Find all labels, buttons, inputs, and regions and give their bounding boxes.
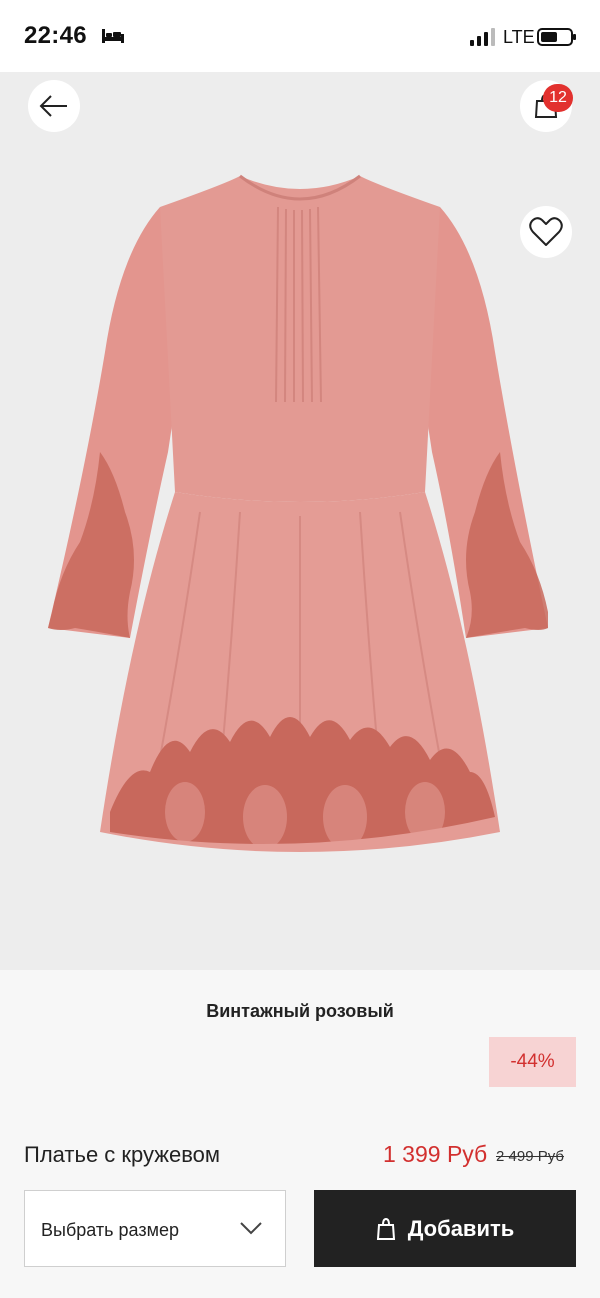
heart-icon [529, 217, 563, 246]
price-old: 2 499 Руб [496, 1148, 564, 1165]
bed-icon [102, 29, 124, 43]
wishlist-button[interactable] [520, 206, 572, 258]
battery-icon [537, 28, 576, 46]
add-to-cart-label: Добавить [407, 1215, 515, 1241]
product-image [0, 72, 600, 970]
shopping-bag-icon [376, 1217, 395, 1240]
chevron-down-icon [240, 1222, 262, 1235]
status-bar: 22:46 LTE [0, 0, 600, 72]
size-select-label: Выбрать размер [41, 1220, 179, 1240]
product-title: Платье с кружевом [24, 1142, 221, 1167]
signal-icon [470, 28, 495, 46]
arrow-left-icon [39, 95, 67, 117]
add-to-cart-button[interactable]: Добавить [314, 1190, 576, 1267]
size-select[interactable]: Выбрать размер [24, 1190, 286, 1267]
price-current: 1 399 Руб [383, 1141, 488, 1167]
color-name: Винтажный розовый [206, 1001, 394, 1021]
network-label: LTE [503, 27, 535, 47]
back-button[interactable] [28, 80, 80, 132]
status-time: 22:46 [24, 22, 87, 49]
discount-badge: -44% [489, 1037, 576, 1087]
bag-count-badge: 12 [543, 84, 573, 112]
product-image-area[interactable] [0, 72, 600, 970]
